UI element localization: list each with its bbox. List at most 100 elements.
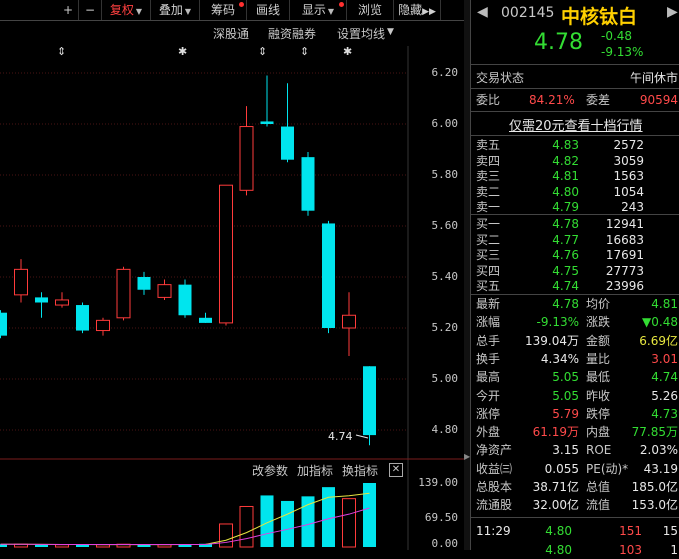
stat-value: 139.04万 [525,333,579,348]
stat-value: 4.34% [540,351,579,366]
book-price: 4.80 [552,184,579,199]
book-level-label: 买二 [476,232,501,247]
book-price: 4.77 [552,232,579,247]
price-tick: 4.80 [431,423,459,436]
zoom-in-button[interactable]: + [58,0,79,20]
candle-body[interactable] [239,126,254,191]
candle-body[interactable] [96,319,110,332]
price-tick: 5.60 [431,219,459,232]
candle-body[interactable] [199,317,212,323]
stat-label: 最高 [476,370,501,385]
stat-label: 量比 [586,351,611,366]
event-marker[interactable]: ✱ [343,45,352,58]
close-icon[interactable]: ✕ [389,463,403,477]
book-level-label: 卖四 [476,153,501,168]
candle-body[interactable] [178,284,192,316]
book-price: 4.78 [552,217,579,231]
stat-label: 昨收 [586,388,611,403]
stat-label: PE(动)* [586,461,629,476]
candle-body[interactable] [14,268,28,296]
kline-chart-area[interactable]: 深股通 融资融券 设置均线 ▼ ⇕ ✱ ⇕ ⇕ ✱ 4.74 6.20 6.00 5… [0,21,464,550]
stats-row: 总股本 38.71亿 总值 185.0亿 [471,479,679,496]
book-level-label: 卖三 [476,169,501,183]
stat-label: 收益㈢ [476,461,513,476]
candle-body[interactable] [0,312,7,336]
stats-row: 流通股 32.00亿 流值 153.0亿 [471,497,679,514]
chouma-button[interactable]: 筹码 [200,0,247,20]
stat-value: 32.00亿 [532,498,579,513]
divider [471,135,679,136]
change-params-link[interactable]: 改参数 [252,462,288,479]
stat-label: 今开 [476,388,501,403]
volume-series [0,483,376,548]
volume-bar [322,487,335,547]
stat-value: 4.73 [651,406,678,421]
candle-body[interactable] [157,284,172,298]
book-row[interactable]: 买四 4.75 27773 [471,263,679,280]
price-change-pct: -9.13% [601,45,644,59]
weibi-row: 委比 84.21% 委差 90594 [471,92,679,109]
caret-down-icon: ▼ [327,7,335,16]
zoom-out-button[interactable]: − [79,0,102,20]
candle-body[interactable] [116,268,131,319]
candle-body[interactable] [219,184,233,324]
candle-body[interactable] [55,299,69,306]
caret-down-icon: ▼ [184,7,192,16]
stat-label: 外盘 [476,425,501,440]
candle-body[interactable] [322,223,335,328]
book-volume: 16683 [605,232,644,247]
candle-body[interactable] [363,366,376,436]
book-row[interactable]: 卖三 4.81 1563 [471,168,679,185]
stat-label: 涨跌 [586,315,611,330]
price-tick: 5.00 [431,372,459,385]
book-row[interactable]: 卖二 4.80 1054 [471,184,679,201]
add-indicator-link[interactable]: 加指标 [297,462,333,479]
book-row[interactable]: 买五 4.74 23996 [471,278,679,295]
weibi-value: 84.21% [529,93,575,107]
event-marker[interactable]: ⇕ [300,45,309,58]
stat-value: 3.01 [651,351,678,366]
book-row[interactable]: 买二 4.77 16683 [471,232,679,249]
book-price: 4.74 [552,279,579,293]
stats-row: 换手 4.34% 量比 3.01 [471,351,679,368]
switch-indicator-link[interactable]: 换指标 [342,462,378,479]
event-marker[interactable]: ✱ [178,45,187,58]
xianshi-dropdown[interactable]: 显示 ▼ [290,0,347,20]
price-change: -0.48 [601,29,633,43]
fuquan-label: 复权 [109,3,134,17]
stat-label: 净资产 [476,443,513,458]
stat-value: 77.85万 [631,425,678,440]
yincang-button[interactable]: 隐藏▶▶ [394,0,441,20]
stat-value: 5.05 [552,370,579,385]
book-level-label: 买四 [476,263,501,278]
event-marker[interactable]: ⇕ [258,45,267,58]
candle-body[interactable] [35,297,48,303]
diejia-dropdown[interactable]: 叠加 ▼ [151,0,200,20]
candle-body[interactable] [342,314,356,329]
stat-value: 6.69亿 [639,333,678,348]
tick-price: 4.80 [545,543,572,557]
book-row[interactable]: 卖五 4.83 2572 [471,137,679,154]
fuquan-dropdown[interactable]: 复权 ▼ [102,0,151,20]
candle-body[interactable] [301,157,315,211]
event-marker[interactable]: ⇕ [57,45,66,58]
book-row[interactable]: 卖四 4.82 3059 [471,153,679,170]
candle-body[interactable] [137,277,151,290]
book-row[interactable]: 买三 4.76 17691 [471,247,679,264]
price-gridlines [0,72,408,431]
weicha-value: 90594 [639,93,678,107]
stat-label: 涨停 [476,406,501,421]
next-stock-icon[interactable]: ▶ [667,4,678,20]
candle-body[interactable] [260,121,274,124]
promo-link[interactable]: 仅需20元查看十档行情 [509,115,643,134]
huaxian-button[interactable]: 画线 [247,0,290,20]
book-row[interactable]: 买一 4.78 12941 [471,216,679,233]
liulan-button[interactable]: 浏览 [347,0,394,20]
book-price: 4.76 [552,248,579,262]
tick-time: 11:29 [476,524,511,538]
candle-body[interactable] [76,305,89,331]
status-value: 午间休市 [629,71,678,85]
prev-stock-icon[interactable]: ◀ [477,4,488,20]
stat-value: 153.0亿 [631,498,678,513]
candle-body[interactable] [281,126,294,160]
